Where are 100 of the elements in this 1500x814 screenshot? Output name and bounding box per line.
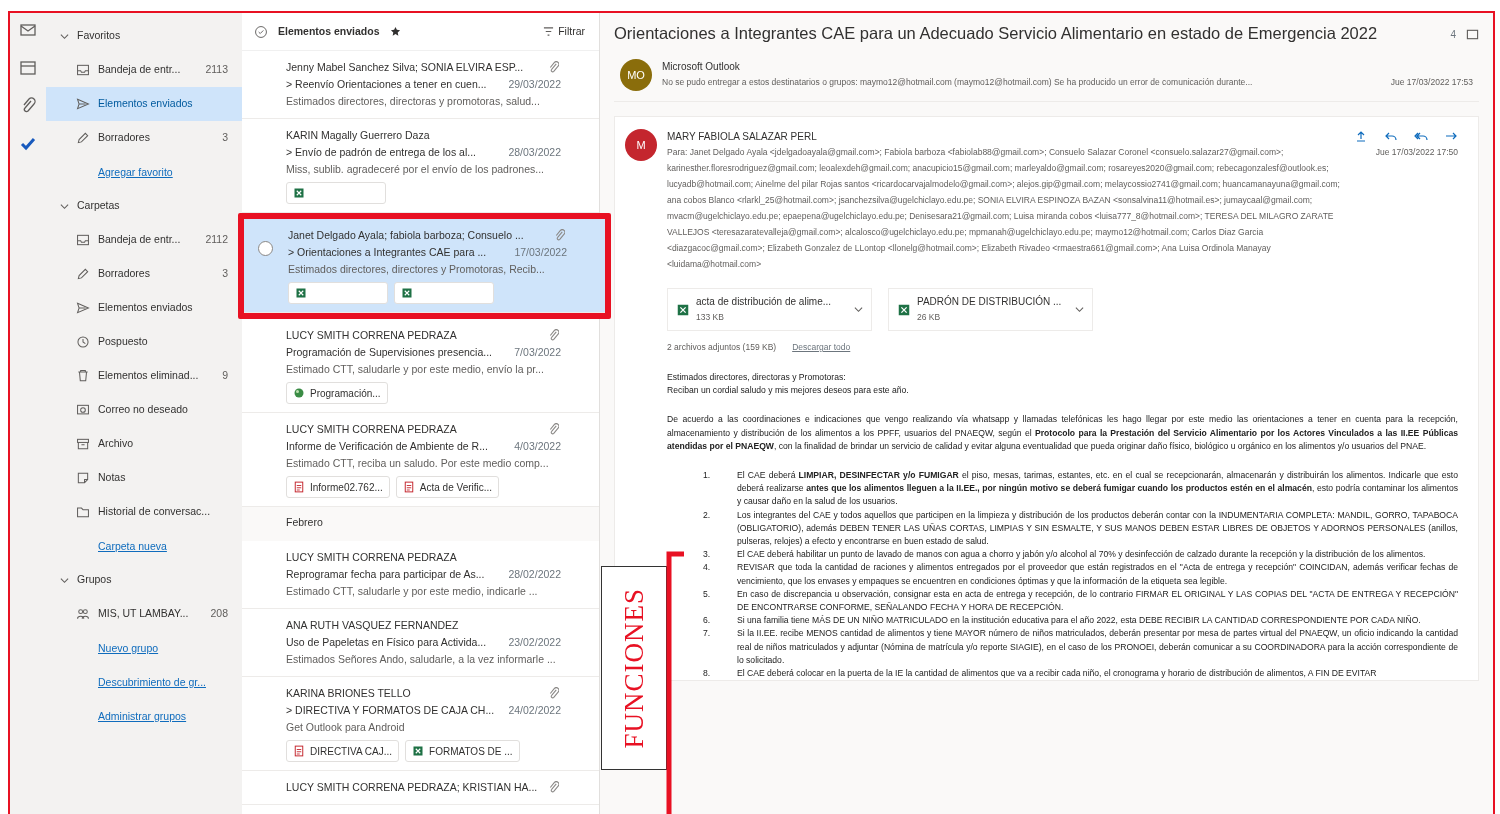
list-title: Elementos enviados [278, 23, 380, 39]
date: 23/02/2022 [508, 635, 561, 650]
sender: LUCY SMITH CORRENA PEDRAZA [286, 550, 457, 565]
sender: LUCY SMITH CORRENA PEDRAZA [286, 328, 457, 343]
select-all-icon[interactable] [254, 24, 268, 39]
folder-action-link[interactable]: Administrar grupos [46, 699, 242, 733]
folder-item[interactable]: Correo no deseado [46, 393, 242, 427]
spreadsheet-file-icon [676, 302, 690, 317]
attachment-chip[interactable]: Informe02.762... [286, 476, 390, 498]
attachment-chip[interactable] [288, 282, 388, 304]
preview-text: Estimados directores, directoras y promotoras, salud... [286, 94, 541, 109]
sender: Microsoft Outlook [662, 60, 741, 74]
greeting-text: Reciban un cordial saludo y mis mejores deseos para este año. [667, 384, 910, 398]
list-item-text: Si la II.EE. recibe MENOS cantidad de alimentos y tiene MAYOR número de niños matriculados, deberán presentar por mesa de partes virtual del PNAEQW, un oficio indicando la cantidad real de niños matriculados y adjuntar (Nómina de matrícula y/o reporte SIAGIE), en el caso de los PRONOEI, deberán comunicar a su COORDINADORA para la acción correspondiente de lo solicitado. [737, 627, 1458, 667]
sender: ANA RUTH VASQUEZ FERNANDEZ [286, 618, 459, 633]
message-item[interactable]: LUCY SMITH CORRENA PEDRAZA Informe de Verificación de Ambiente de R... 4/03/2022 Estimado CTT, reciba un saludo. Por este medio comp... Informe02.762... Acta de Verific... [242, 413, 599, 507]
subject: > Envío de padrón de entrega de los al... [286, 145, 476, 160]
folder-item[interactable]: Historial de conversac... [46, 495, 242, 529]
message-item[interactable]: KARINA BRIONES TELLO > DIRECTIVA Y FORMATOS DE CAJA CH... 24/02/2022 Get Outlook para Android DIRECTIVA CAJ... FORMATOS DE ... [242, 677, 599, 771]
subject: Informe de Verificación de Ambiente de R... [286, 439, 488, 454]
checkmark-icon[interactable] [19, 135, 37, 153]
attachment-chip[interactable] [394, 282, 494, 304]
message-item[interactable]: ANA RUTH VASQUEZ FERNANDEZ Uso de Papeletas en Físico para Activida... 23/02/2022 Estimados Señores Ando, saludarle, a la vez informarle ... [242, 609, 599, 677]
date: 17/03/2022 [514, 245, 567, 260]
date: 7/03/2022 [514, 345, 561, 360]
star-icon[interactable] [389, 26, 401, 37]
preview-text: No se pudo entregar a estos destinatarios o grupos: maymo12@hotmail.com (maymo12@hotmail.com) Se ha producido un error de comunicación durante... [662, 76, 1253, 89]
folder-item[interactable]: Notas [46, 461, 242, 495]
attachment-summary: 2 archivos adjuntos (159 KB) [667, 341, 777, 354]
chevron-icon[interactable] [60, 31, 69, 41]
list-item-text: REVISAR que toda la cantidad de raciones y alimentos entregados por el proveedor que están registrados en el "Acta de entrega y recepción" COINCIDAN, además verificar fechas de vencimiento, que los envases y empaques se encuentren en condiciones óptimas y que la información de la etiqueta sea legible. [737, 561, 1458, 588]
folder-item[interactable]: Elementos enviados [46, 291, 242, 325]
message-item[interactable]: LUCY SMITH CORRENA PEDRAZA Reprogramar fecha para participar de As... 28/02/2022 Estimado CTT, saludarle y por este medio, indicarle ... [242, 541, 599, 609]
folder-item[interactable]: Elementos enviados [46, 87, 242, 121]
folder-item[interactable]: Borradores 3 [46, 121, 242, 155]
paragraph: De acuerdo a las coordinaciones e indicaciones que vengo realizando vía whatsapp y llamadas telefónicas les hago llegar por este medio las orientaciones a tener en cuenta para la recepción, almacenamiento y distribución de los alimentos a los PPFF, usuarios del PNAEQW, según el Protocolo para la Prestación del Servicio Alimentario por los Actores Vinculados a las II.EE Públicas atendidas por el PNAEQW, con la finalidad de brindar un servicio de calidad y evitar alguna eventualidad que pueda originar daño físico, biológico u orgánico en los alimentos y/o usuarios del PNAE. [667, 413, 1458, 453]
download-link[interactable]: Descargar todo [792, 339, 851, 355]
section-title[interactable]: Grupos [77, 572, 112, 588]
preview-text: Get Outlook para Android [286, 720, 406, 735]
sender: MARY FABIOLA SALAZAR PERL [667, 130, 817, 144]
clock-icon [76, 335, 90, 349]
sender: LUCY SMITH CORRENA PEDRAZA [286, 422, 457, 437]
attachment-chip[interactable]: FORMATOS DE ... [405, 740, 520, 762]
folder-icon [76, 505, 90, 519]
archive-icon [76, 437, 90, 451]
attachment-chip[interactable]: Acta de Verific... [395, 476, 500, 498]
chevron-icon[interactable] [854, 305, 863, 314]
attachment-chip[interactable] [286, 182, 386, 204]
date: 28/03/2022 [508, 145, 561, 160]
subject: > Orientaciones a Integrantes CAE para ... [288, 245, 487, 260]
folder-action-link[interactable]: Nuevo grupo [46, 631, 242, 665]
spreadsheet-file-icon [295, 287, 307, 299]
message-item[interactable]: LUCY SMITH CORRENA PEDRAZA Programación de Supervisiones presencia... 7/03/2022 Estimado CTT, saludarle y por este medio, envío la pr... Programación... [242, 319, 599, 413]
pencil-icon [76, 131, 90, 145]
spreadsheet-file-icon [897, 302, 911, 317]
share-icon[interactable] [1354, 129, 1368, 144]
list-number: 4. [703, 561, 712, 575]
folder-item[interactable]: Borradores 3 [46, 257, 242, 291]
subject: Programación de Supervisiones presencia... [286, 345, 493, 360]
blocked-mail-icon [76, 403, 90, 417]
filter-button[interactable]: Filtrar [543, 23, 585, 40]
message-item[interactable]: KARIN Magally Guerrero Daza > Envío de padrón de entrega de los al... 28/03/2022 Miss, sublib. agradeceré por el envío de los padrones... [242, 119, 599, 213]
folder-item[interactable]: Bandeja de entr... 2113 [46, 53, 242, 87]
folder-item[interactable]: Archivo [46, 427, 242, 461]
section-title[interactable]: Carpetas [77, 198, 120, 214]
avatar-circle: M [625, 129, 657, 161]
chevron-icon[interactable] [60, 201, 69, 211]
chevron-icon[interactable] [60, 575, 69, 585]
list-number: 7. [703, 627, 712, 641]
message-item[interactable]: Janet Delgado Ayala; fabiola barboza; Consuelo ... > Orientaciones a Integrantes CAE para ... 17/03/2022 Estimados directores, directores y Promotoras, Recib... [244, 219, 605, 313]
folder-action-link[interactable]: Descubrimiento de gr... [46, 665, 242, 699]
recipient-list: Para: Janet Delgado Ayala <jdelgadoayala@gmail.com>; Fabiola barboza <fabiolab88@gmail.com>; Consuelo Salazar Coronel <consuelo.salazar27@gmail.com>; karinesther.floresrodriguez@gmail.com; leoalexdeh@gmail.com; anacupicio15@gmail.com; marleyaldo@gmail.com; rosareyes2020@gmail.com; rebecagonzalesf@outlook.es; lucyadb@hotmail.com; Ainelme del pilar Rojas santos <ricardocarvajalmodelo@gmail.com>; alejos.gip@gmail.com; melaycossio2741@gmail.com; huancamanayuna@gmail.com; ana cobos Blanco <rlarkl_25@hotmail.com>; jsanchezsilva@ugelchiclayo.edu.pe; SONIA ELVIRA ESPINOZA BAZAN <sonsalvina11@hotmail.es>; jumaycaal@gmail.com; mvacm@ugelchiclayo.edu.pe; epaepena@ugelchiclayo.edu.pe; Denisesara21@gmail.com; Luisa miranda cobos <luisa777_8@hotmail.com>; TERESA DEL MILAGRO ZARATE VALLEJOS <teresazaratevalleja@gmail.com>; alcalosco@ugelchiclayo.edu.pe; mpmanah@ugelchiclayo.edu.pe; maymo12@hotmail.com; Carlos Diaz Garcia <diazgacoc@gmail.com>; Elizabeth Gonzalez de LLontop <llonelg@hotmail.com>; Elizabeth Rivadeo <rmaestra661@gmail.com>; Ana Luisa Ordinola Manayay <luidama@hotmail.com> [667, 144, 1352, 272]
attachment-card[interactable]: acta de distribución de alime... 133 KB [667, 288, 872, 331]
folder-action-link[interactable]: Agregar favorito [46, 155, 242, 189]
section-title[interactable]: Favoritos [77, 28, 121, 44]
avatar-circle: MO [620, 59, 652, 91]
list-number: 2. [703, 508, 712, 522]
chevron-icon[interactable] [1075, 305, 1084, 314]
spreadsheet-file-icon [293, 187, 305, 199]
folder-item[interactable]: MIS, UT LAMBAY... 208 [46, 597, 242, 631]
attachment-chip[interactable]: DIRECTIVA CAJ... [286, 740, 400, 762]
attachment-card[interactable]: PADRÓN DE DISTRIBUCIÓN ... 26 KB [888, 288, 1093, 331]
popout-icon[interactable] [1466, 27, 1479, 41]
mail-icon[interactable] [19, 21, 37, 39]
select-checkbox[interactable] [258, 241, 273, 256]
sender: KARIN Magally Guerrero Daza [286, 128, 430, 143]
spreadsheet-file-icon [412, 745, 425, 757]
calendar-icon[interactable] [19, 59, 37, 77]
message-item[interactable]: Jenny Mabel Sanchez Silva; SONIA ELVIRA ESP... > Reenvío Orientaciones a tener en cuen... 29/03/2022 Estimados directores, directoras y promotoras, salud... [242, 51, 599, 119]
folder-item[interactable]: Elementos eliminad... 9 [46, 359, 242, 393]
sender: LUCY SMITH CORRENA PEDRAZA; KRISTIAN HA... [286, 780, 538, 795]
folder-item[interactable]: Bandeja de entr... 2112 [46, 223, 242, 257]
greeting-text: Estimados directores, directoras y Promotoras: [667, 371, 847, 384]
folder-action-link[interactable]: Carpeta nueva [46, 529, 242, 563]
attachment-chip[interactable]: Programación... [286, 382, 388, 404]
sender: KARINA BRIONES TELLO [286, 686, 411, 701]
folder-item[interactable]: Pospuesto [46, 325, 242, 359]
file-size: 26 KB [917, 311, 942, 324]
message-item[interactable]: LUCY SMITH CORRENA PEDRAZA; KRISTIAN HA... [242, 771, 599, 805]
list-number: 5. [703, 587, 712, 601]
